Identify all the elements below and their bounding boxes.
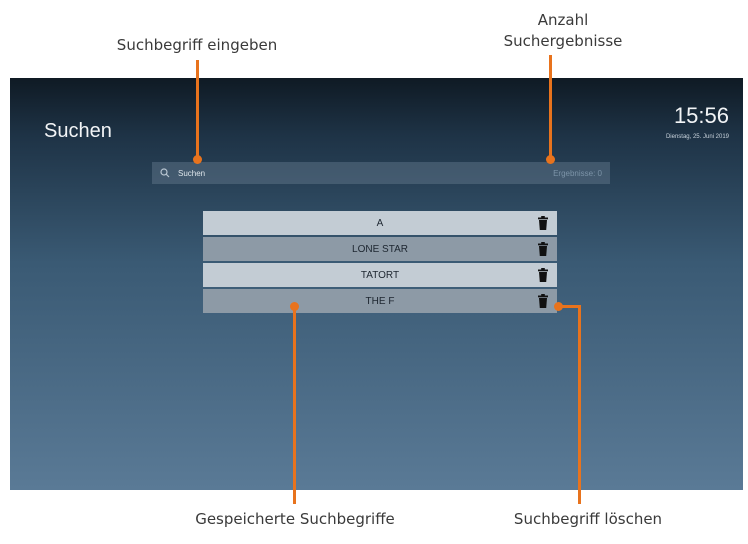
trash-icon[interactable] <box>537 242 549 256</box>
saved-search-label: A <box>376 217 384 229</box>
annotation-search-input: Suchbegriff eingeben <box>116 36 278 54</box>
annotation-result-count: Anzahl Suchergebnisse <box>488 10 638 52</box>
callout-line-saved <box>293 306 296 504</box>
trash-icon[interactable] <box>537 294 549 308</box>
saved-search-item[interactable]: TATORT <box>203 263 557 287</box>
page-title: Suchen <box>44 120 112 142</box>
annotation-result-count-line1: Anzahl <box>537 11 589 29</box>
tv-screen: Suchen 15:56 Dienstag, 25. Juni 2019 Suc… <box>10 78 743 490</box>
search-input[interactable]: Suchen Ergebnisse: 0 <box>152 162 610 184</box>
saved-search-label: LONE STAR <box>352 243 408 255</box>
annotation-result-count-line2: Suchergebnisse <box>503 32 623 50</box>
saved-searches-list: A LONE STAR TATORT THE F <box>203 211 557 315</box>
saved-search-label: THE F <box>365 295 395 307</box>
trash-icon[interactable] <box>537 216 549 230</box>
search-icon <box>156 162 174 184</box>
saved-search-item[interactable]: LONE STAR <box>203 237 557 261</box>
annotation-saved-terms: Gespeicherte Suchbegriffe <box>195 510 395 528</box>
callout-dot-search <box>193 155 202 164</box>
callout-line-count <box>549 55 552 160</box>
callout-line-delete-v <box>578 305 581 504</box>
saved-search-item[interactable]: A <box>203 211 557 235</box>
callout-dot-count <box>546 155 555 164</box>
trash-icon[interactable] <box>537 268 549 282</box>
saved-search-label: TATORT <box>360 269 400 281</box>
search-placeholder: Suchen <box>178 168 206 178</box>
date: Dienstag, 25. Juni 2019 <box>665 134 729 140</box>
result-count: Ergebnisse: 0 <box>553 168 602 178</box>
clock: 15:56 <box>673 103 729 128</box>
saved-search-item[interactable]: THE F <box>203 289 557 313</box>
callout-line-search <box>196 60 199 160</box>
annotation-delete-term: Suchbegriff löschen <box>513 510 663 528</box>
